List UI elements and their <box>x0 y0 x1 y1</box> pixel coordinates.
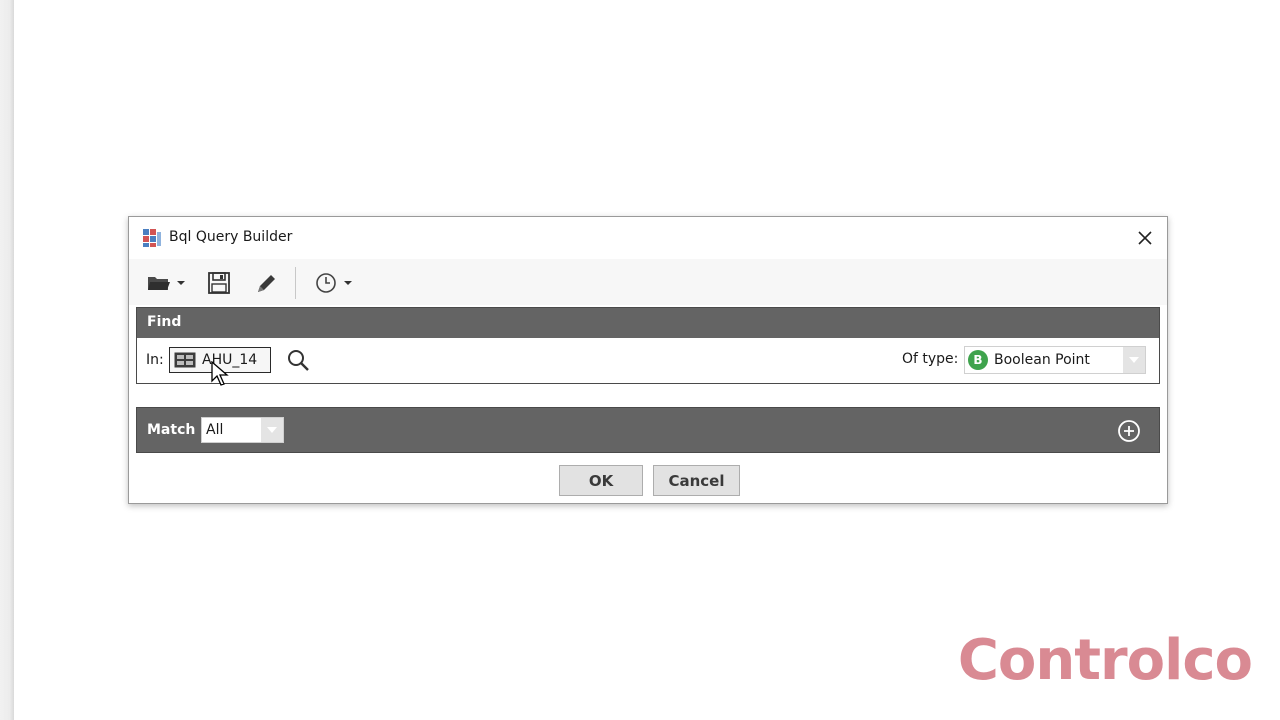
chevron-down-icon <box>344 281 352 285</box>
open-folder-button[interactable] <box>147 270 185 296</box>
toolbar <box>129 259 1167 305</box>
match-section-header: Match All <box>136 407 1160 453</box>
close-button[interactable] <box>1133 226 1157 250</box>
add-condition-button[interactable] <box>1117 419 1141 443</box>
match-select[interactable]: All <box>201 417 284 443</box>
dialog-title: Bql Query Builder <box>169 229 293 245</box>
controlco-watermark: Controlco <box>957 628 1253 693</box>
pencil-icon <box>258 275 275 292</box>
title-bar: Bql Query Builder <box>129 217 1167 259</box>
mouse-cursor-icon <box>211 361 229 386</box>
find-header-label: Find <box>147 314 182 330</box>
toolbar-separator <box>295 267 296 299</box>
clock-icon <box>316 273 336 293</box>
search-icon <box>288 350 309 371</box>
of-type-value: Boolean Point <box>994 352 1090 368</box>
folder-icon <box>148 277 170 290</box>
save-icon <box>208 272 230 294</box>
cancel-button[interactable]: Cancel <box>653 465 740 496</box>
chevron-down-icon <box>261 418 283 442</box>
search-button[interactable] <box>286 348 310 372</box>
save-button[interactable] <box>207 270 231 296</box>
match-label: Match <box>147 422 196 438</box>
match-value: All <box>206 422 224 438</box>
chevron-down-icon <box>1123 347 1145 373</box>
history-button[interactable] <box>314 270 352 296</box>
of-type-label: Of type: <box>902 351 959 367</box>
edit-button[interactable] <box>254 270 278 296</box>
app-icon <box>143 229 161 247</box>
component-folder-icon <box>174 352 196 368</box>
of-type-select[interactable]: B Boolean Point <box>964 346 1146 374</box>
ok-button[interactable]: OK <box>559 465 643 496</box>
in-label: In: <box>146 352 164 368</box>
find-section-header: Find <box>136 307 1160 339</box>
close-icon <box>1138 231 1152 245</box>
bql-query-builder-dialog: Bql Query Builder Find In: AHU_14 Of typ… <box>128 216 1168 504</box>
boolean-point-badge-icon: B <box>968 350 988 370</box>
find-section-body: In: AHU_14 Of type: B Boolean Point <box>136 338 1160 384</box>
background-page-edge <box>0 0 14 720</box>
chevron-down-icon <box>177 281 185 285</box>
plus-circle-icon <box>1118 420 1140 442</box>
